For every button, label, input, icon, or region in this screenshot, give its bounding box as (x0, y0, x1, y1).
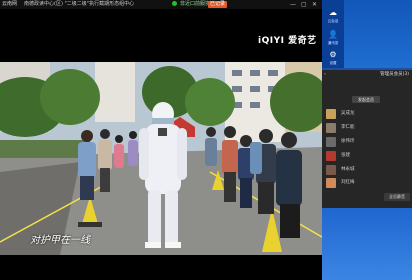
member-panel: ‹ 管理员会员(3) 发起会员 吴成龙 李仁能 徐伟玲 张建 林永城 刘红梅 全… (322, 70, 412, 208)
minimize-button[interactable]: — (290, 0, 296, 9)
list-item[interactable]: 刘红梅 (326, 178, 406, 189)
avatar (326, 123, 336, 133)
app-name: 云南网 (2, 1, 18, 7)
rail-label-settings: 设置 (329, 61, 337, 65)
player-control-bar[interactable] (0, 255, 322, 280)
avatar (326, 109, 336, 119)
sidebar-background (322, 208, 412, 280)
avatar (326, 165, 336, 175)
contact-name: 张建 (341, 153, 350, 158)
avatar (326, 178, 336, 188)
mute-all-button[interactable]: 全员静音 (384, 193, 410, 201)
user-icon[interactable]: 👤 (328, 30, 338, 40)
contact-name: 吴成龙 (341, 111, 355, 116)
contact-name: 徐伟玲 (341, 139, 355, 144)
video-frame[interactable] (0, 62, 322, 255)
rail-label-cloud: 云会话 (327, 19, 339, 23)
contact-name: 刘红梅 (341, 180, 355, 185)
video-player: 云南网 南德政读中心(区) "二级二级"执行截期形态组中心 非近口前服协议运算 … (0, 0, 322, 280)
cloud-icon[interactable]: ☁ (328, 8, 338, 18)
record-button[interactable]: 已记录 (208, 1, 228, 8)
avatar (326, 137, 336, 147)
list-item[interactable]: 吴成龙 (326, 109, 406, 120)
restore-button[interactable]: ▢ (301, 0, 307, 9)
list-item[interactable]: 李仁能 (326, 123, 406, 134)
panel-header: ‹ 管理员会员(3) (322, 70, 412, 79)
list-item[interactable]: 徐伟玲 (326, 137, 406, 148)
contact-name: 李仁能 (341, 125, 355, 130)
contact-name: 林永城 (341, 167, 355, 172)
window-title: 南德政读中心(区) "二级二级"执行截期形态组中心 (24, 1, 135, 7)
video-scene (0, 62, 322, 255)
meeting-sidebar: ☁ 云会话 👤 通讯录 ⚙ 设置 ‹ 管理员会员(3) 发起会员 吴成龙 李仁能… (322, 0, 412, 280)
close-button[interactable]: ✕ (312, 0, 317, 9)
rail-label-contacts: 通讯录 (327, 41, 339, 45)
start-meeting-button[interactable]: 发起会员 (352, 96, 380, 103)
live-dot-icon (172, 1, 177, 6)
iqiyi-watermark: iQIYI 爱奇艺 (258, 36, 317, 46)
list-item[interactable]: 张建 (326, 151, 406, 162)
settings-icon[interactable]: ⚙ (328, 50, 338, 60)
sidebar-header: ☁ 云会话 👤 通讯录 ⚙ 设置 (322, 0, 412, 68)
avatar (326, 151, 336, 161)
sidebar-rail: ☁ 云会话 👤 通讯录 ⚙ 设置 (322, 0, 344, 68)
room-title: 管理员会员(3) (380, 72, 409, 77)
video-subtitle: 对护甲在一线 (30, 235, 90, 246)
list-item[interactable]: 林永城 (326, 165, 406, 176)
back-arrow-icon[interactable]: ‹ (324, 70, 326, 79)
title-bar: 云南网 南德政读中心(区) "二级二级"执行截期形态组中心 非近口前服协议运算 … (0, 0, 322, 9)
